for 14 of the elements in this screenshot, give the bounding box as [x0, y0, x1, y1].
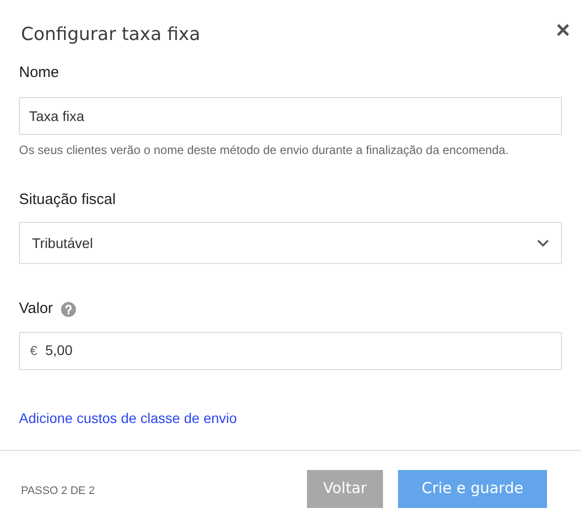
- field-label: Situação fiscal: [19, 190, 116, 210]
- help-icon[interactable]: [60, 302, 76, 317]
- dialog-title: Configurar taxa fixa: [21, 23, 200, 47]
- step-indicator: PASSO 2 DE 2: [21, 484, 95, 500]
- tax-status-select[interactable]: Tributável: [19, 222, 562, 264]
- close-button[interactable]: ×: [556, 19, 570, 43]
- help-text: Os seus clientes verão o nome deste método de envio durante a finalização da encomenda.: [19, 142, 510, 158]
- value-field[interactable]: € 5,00: [19, 332, 562, 370]
- name-field[interactable]: Taxa fixa: [19, 96, 562, 134]
- chevron-down-icon: [537, 239, 549, 247]
- field-label: Valor: [19, 299, 53, 319]
- shipping-class-link[interactable]: Adicione custos de classe de envio: [19, 408, 237, 428]
- field-label: Nome: [19, 63, 60, 83]
- currency-symbol: €: [30, 342, 38, 360]
